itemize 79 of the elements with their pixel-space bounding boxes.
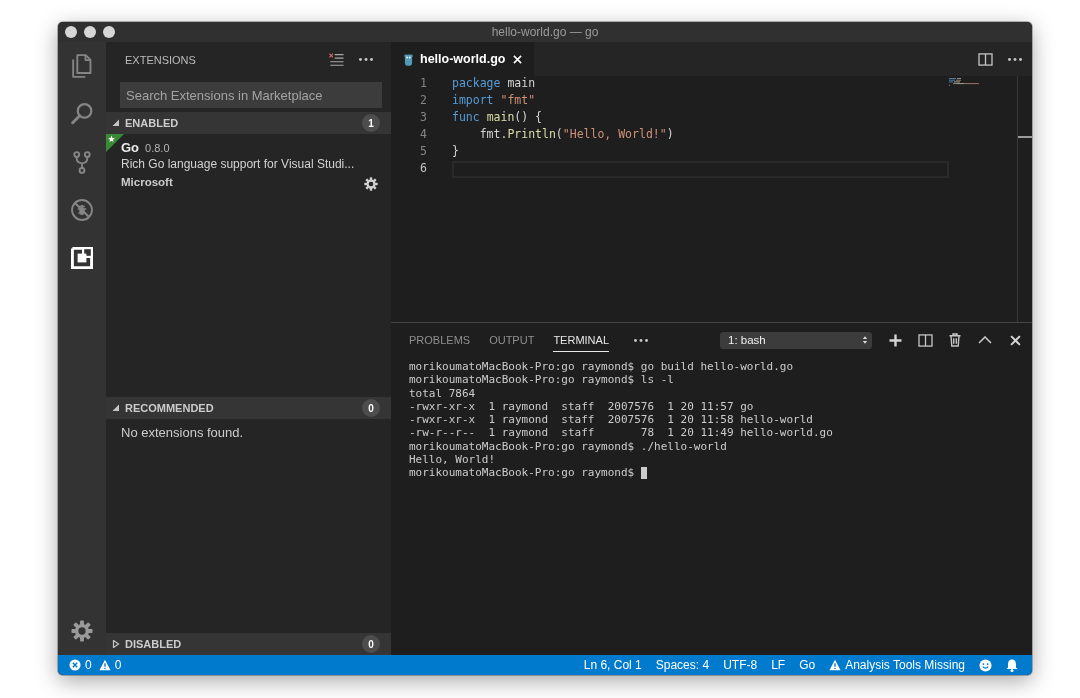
panel-tab[interactable]: PROBLEMS <box>409 328 471 352</box>
plus-icon[interactable] <box>888 333 902 347</box>
section-header[interactable]: ENABLED 1 <box>106 112 391 134</box>
terminal-line: morikoumatoMacBook-Pro:go raymond$ go build hello-world.go <box>409 360 794 374</box>
minimap-drawing <box>949 78 979 88</box>
count-badge: 0 <box>362 635 380 653</box>
debug-icon[interactable] <box>71 199 93 221</box>
extensions-icon[interactable] <box>71 247 93 269</box>
line-number: 5 <box>420 144 427 160</box>
terminal-line: morikoumatoMacBook-Pro:go raymond$ <box>409 466 635 480</box>
error-icon <box>69 659 81 671</box>
terminal-line: Hello, World! <box>409 453 496 467</box>
section-header[interactable]: DISABLED 0 <box>106 633 391 655</box>
split-editor-icon[interactable] <box>977 52 993 66</box>
code-line: func main() { <box>452 110 543 126</box>
file-icon <box>404 52 413 66</box>
extension-publisher: Microsoft <box>121 175 173 188</box>
smiley-icon[interactable] <box>979 658 992 672</box>
terminal-line: total 7864 <box>409 386 476 400</box>
status-item[interactable]: UTF-8 <box>723 658 758 672</box>
sidebar-title: EXTENSIONS <box>125 53 196 66</box>
line-number: 1 <box>420 76 427 92</box>
minimize-window-icon[interactable] <box>84 26 96 38</box>
close-icon[interactable] <box>1009 334 1021 346</box>
extension-description: Rich Go language support for Visual Studi... <box>121 156 355 173</box>
code-line: } <box>452 144 459 160</box>
section-header[interactable]: RECOMMENDED 0 <box>106 397 391 420</box>
gear-icon[interactable] <box>364 176 378 191</box>
line-number: 6 <box>420 161 427 177</box>
search-field[interactable]: Search Extensions in Marketplace <box>120 82 382 108</box>
terminal-select[interactable]: 1: bash <box>720 331 872 349</box>
warning-icon <box>98 659 111 671</box>
extension-name: Go <box>121 139 140 156</box>
terminal-line: morikoumatoMacBook-Pro:go raymond$ ./hello-world <box>409 439 727 454</box>
line-number: 3 <box>420 110 427 126</box>
panel-tab[interactable]: TERMINAL <box>553 328 609 352</box>
editor-tab[interactable]: hello-world.go <box>391 42 535 76</box>
code-line: package main <box>452 76 536 92</box>
extension-version: 0.8.0 <box>145 142 170 154</box>
status-item[interactable]: Go <box>799 658 816 672</box>
status-item[interactable]: LF <box>771 658 786 672</box>
chevron-up-icon[interactable] <box>978 336 992 344</box>
clear-list-icon[interactable] <box>328 53 344 66</box>
search-icon[interactable] <box>71 103 93 125</box>
count-badge: 0 <box>362 399 380 418</box>
warnings-status-item[interactable]: 0 <box>98 658 122 672</box>
more-icon[interactable] <box>359 58 373 61</box>
bell-icon[interactable] <box>1006 658 1018 672</box>
settings-icon[interactable] <box>71 620 93 642</box>
line-number: 2 <box>420 93 427 109</box>
code-line: import "fmt" <box>452 93 536 109</box>
more-icon[interactable] <box>634 338 648 342</box>
code-line: fmt.Println("Hello, World!") <box>478 127 674 143</box>
split-panel-icon[interactable] <box>917 333 933 347</box>
status-item[interactable]: Ln 6, Col 1 <box>583 658 642 672</box>
terminal-line: -rwxr-xr-x 1 raymond staff 2007576 1 20 11:57 go <box>409 399 754 414</box>
files-icon[interactable] <box>72 54 92 78</box>
line-number: 4 <box>420 127 427 143</box>
terminal-line: morikoumatoMacBook-Pro:go raymond$ ls -l <box>409 373 674 387</box>
zoom-window-icon[interactable] <box>103 26 115 38</box>
select-arrows-icon <box>862 335 868 345</box>
errors-status-item[interactable]: 0 <box>69 658 92 672</box>
status-item[interactable]: Spaces: 4 <box>655 658 710 672</box>
section-title: DISABLED <box>125 638 182 650</box>
trash-icon[interactable] <box>949 333 961 347</box>
terminal-line: -rwxr-xr-x 1 raymond staff 2007576 1 20 11:58 hello-world <box>409 413 813 427</box>
source-control-icon[interactable] <box>73 150 91 174</box>
empty-message: No extensions found. <box>121 425 244 441</box>
section-title: RECOMMENDED <box>125 402 214 415</box>
warning-status-item[interactable]: Analysis Tools Missing <box>829 658 965 672</box>
close-window-icon[interactable] <box>65 26 77 38</box>
count-badge: 1 <box>362 114 380 132</box>
more-icon[interactable] <box>1008 57 1022 61</box>
position-marker-icon <box>1018 136 1032 138</box>
window-title: hello-world.go — go <box>491 25 599 39</box>
panel-tab[interactable]: OUTPUT <box>489 328 535 352</box>
terminal-line: -rw-r--r-- 1 raymond staff 78 1 20 11:49 hello-world.go <box>409 426 833 440</box>
section-title: ENABLED <box>125 117 179 129</box>
warning-icon <box>829 659 842 671</box>
